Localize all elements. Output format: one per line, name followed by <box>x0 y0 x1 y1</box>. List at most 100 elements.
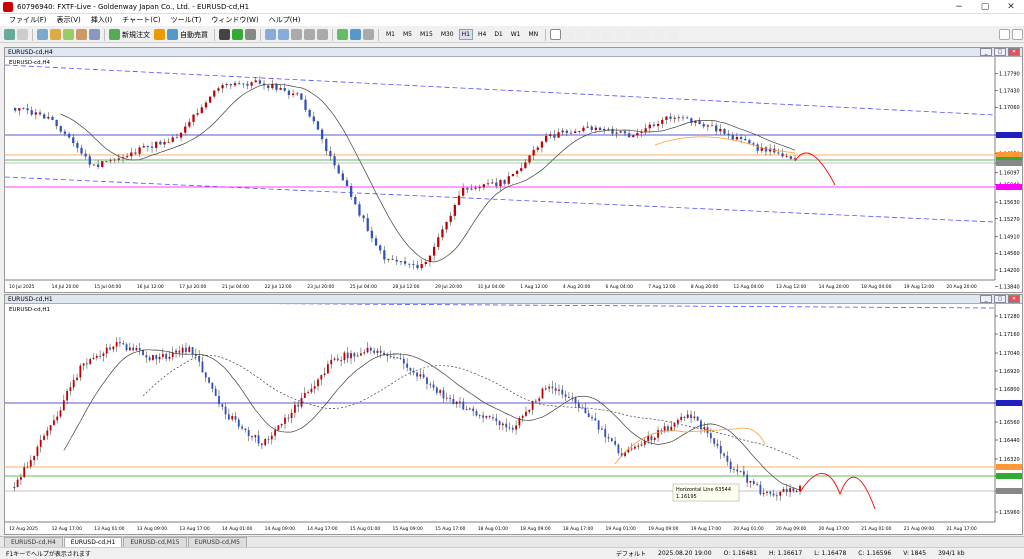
tester-icon[interactable] <box>89 29 100 40</box>
timeframe-m30[interactable]: M30 <box>438 29 457 40</box>
menu-tools[interactable]: ツール(T) <box>166 15 207 25</box>
chart-window-titlebar[interactable]: EURUSD-cd,H4 _ ▢ ✕ <box>5 48 1022 57</box>
fibonacci-icon[interactable] <box>628 29 640 40</box>
chart-window-h1[interactable]: EURUSD-cd,H1 _ ▢ ✕ EURUSD-cd,H1 1.17280 1.… <box>4 294 1023 535</box>
price-chart-h4[interactable]: EURUSD-cd,H41.177901.174301.170601.16694… <box>4 57 1022 292</box>
candle-body <box>706 125 710 127</box>
chart-window-h4[interactable]: EURUSD-cd,H4 _ ▢ ✕ EURUSD-cd,H4 1.17790 1.… <box>4 47 1023 293</box>
indicators-icon[interactable] <box>337 29 348 40</box>
menu-view[interactable]: 表示(V) <box>52 15 86 25</box>
channel-icon[interactable] <box>615 29 627 40</box>
candle-body <box>495 182 498 187</box>
chart-minimize-button[interactable]: _ <box>980 48 992 56</box>
candle-body <box>284 417 286 424</box>
periods-icon[interactable] <box>350 29 361 40</box>
zoom-out-icon[interactable] <box>278 29 289 40</box>
timeframe-d1[interactable]: D1 <box>491 29 505 40</box>
profiles-icon[interactable] <box>17 29 28 40</box>
tab-eurusd-m15[interactable]: EURUSD-cd,M15 <box>123 537 187 547</box>
candle-body <box>499 180 502 187</box>
templates-icon[interactable] <box>363 29 374 40</box>
price-label: 1.14560 <box>999 251 1020 257</box>
candlestick-icon[interactable] <box>232 29 243 40</box>
menu-insert[interactable]: 挿入(I) <box>86 15 118 25</box>
candle-body <box>577 403 580 408</box>
candle-body <box>442 390 445 399</box>
price-label: 1.16560 <box>999 420 1020 426</box>
candle-body <box>578 131 581 132</box>
arrows-icon[interactable] <box>667 29 679 40</box>
candle-body <box>296 93 299 95</box>
chart-maximize-button[interactable]: ▢ <box>994 48 1006 56</box>
menu-help[interactable]: ヘルプ(H) <box>264 15 306 25</box>
new-chart-icon[interactable] <box>4 29 15 40</box>
candle-body <box>723 453 725 456</box>
time-label: 13 Aug 01:00 <box>94 526 124 532</box>
price-chart-h1[interactable]: EURUSD-cd,H1 1.17280 1.17160 1.17040 1.16920… <box>4 301 1022 534</box>
metaeditor-icon[interactable] <box>154 29 165 40</box>
crosshair-icon[interactable] <box>563 29 575 40</box>
candle-body <box>551 386 554 389</box>
auto-trading-icon[interactable] <box>167 29 178 40</box>
timeframe-h4[interactable]: H4 <box>475 29 489 40</box>
candle-body <box>145 355 148 358</box>
menu-file[interactable]: ファイル(F) <box>4 15 52 25</box>
candle-body <box>676 419 679 424</box>
new-order-icon[interactable] <box>109 29 120 40</box>
chart-window-titlebar[interactable]: EURUSD-cd,H1 _ ▢ ✕ <box>5 295 1022 304</box>
candle-body <box>715 125 718 132</box>
chart-shift-icon[interactable] <box>317 29 328 40</box>
chart-close-button[interactable]: ✕ <box>1008 295 1020 303</box>
text-icon[interactable] <box>641 29 653 40</box>
menu-chart[interactable]: チャート(C) <box>117 15 165 25</box>
terminal-icon[interactable] <box>76 29 87 40</box>
candle-body <box>748 140 751 144</box>
chat-icon[interactable] <box>1012 29 1023 40</box>
tooltip-value: 1.16195 <box>676 494 697 500</box>
data-window-icon[interactable] <box>50 29 61 40</box>
horizontal-line-icon[interactable] <box>589 29 601 40</box>
chart-minimize-button[interactable]: _ <box>980 295 992 303</box>
candle-body <box>525 411 527 416</box>
zoom-in-icon[interactable] <box>265 29 276 40</box>
market-watch-icon[interactable] <box>37 29 48 40</box>
status-datetime: 2025.08.20 19:00 <box>658 550 712 557</box>
trendline-icon[interactable] <box>602 29 614 40</box>
navigator-icon[interactable] <box>63 29 74 40</box>
candle-body <box>283 88 286 91</box>
candle-body <box>51 116 54 120</box>
search-icon[interactable] <box>999 29 1010 40</box>
bar-chart-icon[interactable] <box>219 29 230 40</box>
close-button[interactable]: ✕ <box>998 0 1024 14</box>
candle-body <box>470 188 473 190</box>
autoscroll-icon[interactable] <box>304 29 315 40</box>
candle-body <box>33 455 36 461</box>
new-order-button[interactable]: 新規注文 <box>122 30 150 40</box>
label-icon[interactable] <box>654 29 666 40</box>
minimize-button[interactable]: − <box>946 0 972 14</box>
auto-trading-button[interactable]: 自動売買 <box>180 30 208 40</box>
timeframe-w1[interactable]: W1 <box>508 29 524 40</box>
time-label: 15 Aug 17:00 <box>435 526 465 532</box>
line-chart-icon[interactable] <box>245 29 256 40</box>
timeframe-mn[interactable]: MN <box>526 29 542 40</box>
timeframe-m15[interactable]: M15 <box>417 29 436 40</box>
candle-body <box>731 135 734 140</box>
timeframe-h1[interactable]: H1 <box>458 29 473 40</box>
tab-eurusd-h1[interactable]: EURUSD-cd,H1 <box>63 537 123 547</box>
chart-maximize-button[interactable]: ▢ <box>994 295 1006 303</box>
timeframe-m1[interactable]: M1 <box>383 29 398 40</box>
tile-windows-icon[interactable] <box>291 29 302 40</box>
candle-body <box>312 116 315 122</box>
tab-eurusd-m5[interactable]: EURUSD-cd,M5 <box>187 537 247 547</box>
maximize-button[interactable]: ▢ <box>972 0 998 14</box>
candle-body <box>435 387 438 393</box>
tab-eurusd-h4[interactable]: EURUSD-cd,H4 <box>4 537 63 547</box>
menu-window[interactable]: ウィンドウ(W) <box>206 15 263 25</box>
candle-body <box>14 107 17 111</box>
candle-body <box>383 250 386 260</box>
chart-close-button[interactable]: ✕ <box>1008 48 1020 56</box>
timeframe-m5[interactable]: M5 <box>400 29 415 40</box>
vertical-line-icon[interactable] <box>576 29 588 40</box>
cursor-icon[interactable] <box>550 29 562 40</box>
